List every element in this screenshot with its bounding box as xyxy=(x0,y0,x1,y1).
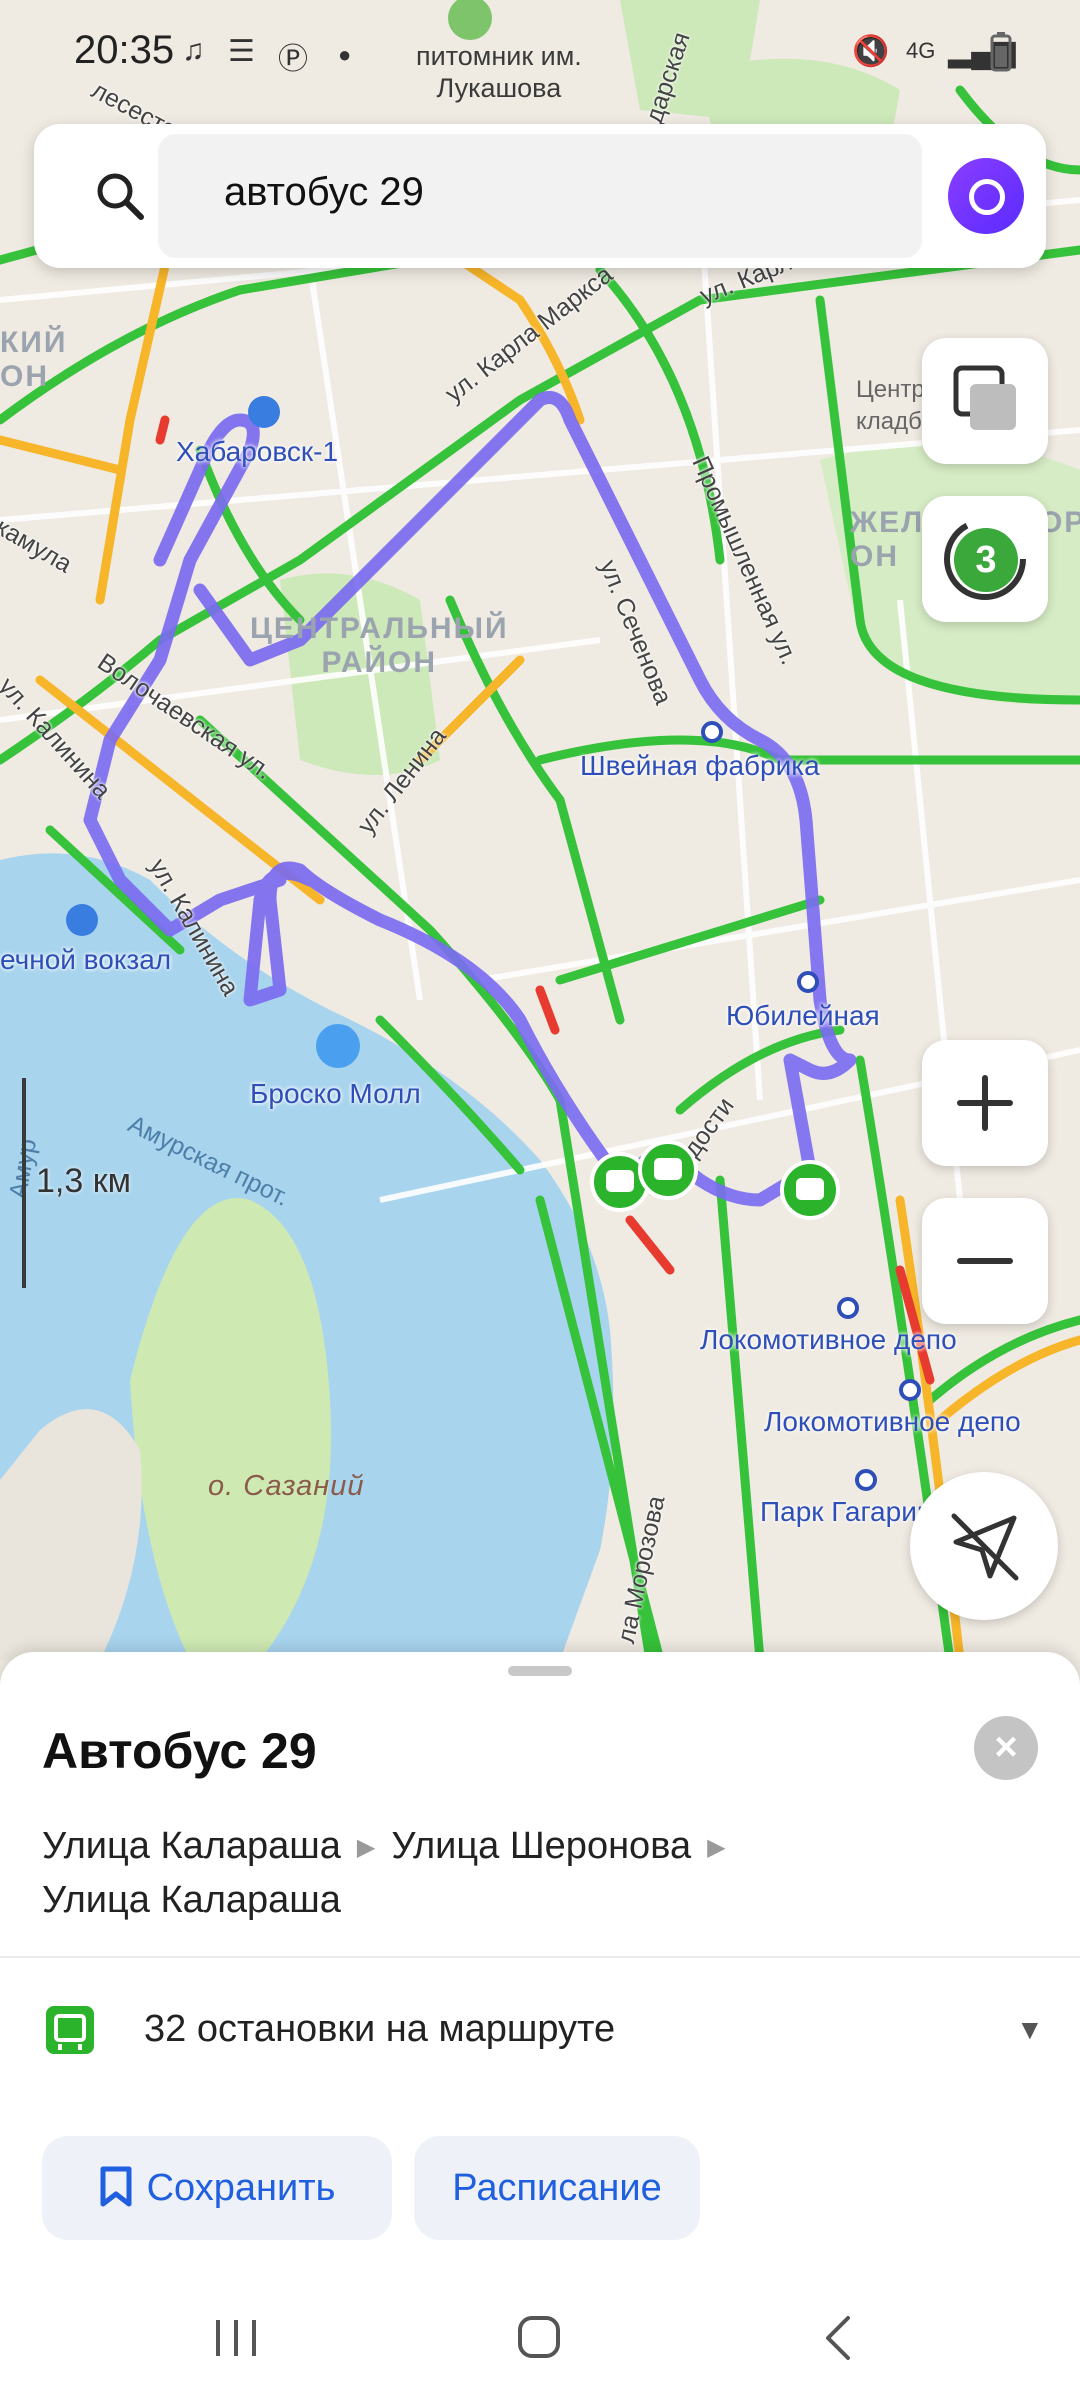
chevron-down-icon[interactable]: ▼ xyxy=(1016,2014,1044,2046)
search-input[interactable]: автобус 29 xyxy=(158,134,922,258)
grid-icon: ☰ xyxy=(228,35,255,68)
search-bar[interactable]: автобус 29 xyxy=(34,124,1046,268)
stop-label-depot1[interactable]: Локомотивное депо xyxy=(700,1324,957,1356)
alice-assistant-icon[interactable] xyxy=(948,158,1024,234)
route-stop-start: Улица Калараша xyxy=(42,1825,341,1867)
map-label-district-left: КИЙ ОН xyxy=(0,326,68,393)
dot-icon: ● xyxy=(338,42,352,67)
music-icon: ♫ xyxy=(182,34,205,67)
schedule-label: Расписание xyxy=(452,2167,662,2209)
stops-count: 32 остановки на маршруте xyxy=(144,2008,616,2050)
map-label-district-central: ЦЕНТРАЛЬНЫЙ РАЙОН xyxy=(250,612,509,679)
location-button[interactable] xyxy=(910,1472,1058,1620)
map-label-island: о. Сазаний xyxy=(208,1470,365,1502)
map-scale: 1,3 км xyxy=(18,1078,131,1288)
battery-icon xyxy=(990,32,1012,80)
zoom-in-button[interactable] xyxy=(922,1040,1048,1166)
scale-label: 1,3 км xyxy=(36,1162,131,1200)
save-label: Сохранить xyxy=(146,2167,336,2209)
stop-label-depot2[interactable]: Локомотивное депо xyxy=(764,1406,1021,1438)
4g-icon: 4G xyxy=(906,38,936,63)
stop-label-khabarovsk1[interactable]: Хабаровск-1 xyxy=(176,436,338,468)
traffic-level-badge: 3 xyxy=(954,528,1018,592)
search-icon[interactable] xyxy=(92,168,148,224)
route-stop-end: Улица Калараша xyxy=(42,1878,341,1921)
sheet-handle[interactable] xyxy=(508,1666,572,1676)
save-button[interactable]: Сохранить xyxy=(42,2136,392,2240)
minus-icon xyxy=(957,1258,1013,1264)
plus-icon xyxy=(957,1075,1013,1131)
route-path: Улица Калараша ▶ Улица Шеронова ▶ Улица Кал… xyxy=(42,1820,942,1926)
system-nav-bar xyxy=(0,2280,1080,2400)
arrow-right-icon: ▶ xyxy=(707,1833,726,1861)
status-time: 20:35 xyxy=(74,28,175,72)
layers-button[interactable] xyxy=(922,338,1048,464)
stop-label-brosko[interactable]: Броско Молл xyxy=(250,1078,421,1110)
bookmark-icon xyxy=(100,2166,132,2207)
traffic-button[interactable]: 3 xyxy=(922,496,1048,622)
pinterest-icon: Ⓟ xyxy=(278,43,308,76)
status-bar: 20:35 ♫ ☰ Ⓟ ● 🔇 4G ▂▄▆ xyxy=(0,0,1080,100)
layers-icon xyxy=(953,365,1016,430)
route-title: Автобус 29 xyxy=(42,1723,317,1779)
stop-label-jubilee[interactable]: Юбилейная xyxy=(726,1000,880,1032)
mute-icon: 🔇 xyxy=(852,35,890,68)
close-button[interactable]: × xyxy=(974,1716,1038,1780)
back-icon[interactable] xyxy=(800,2308,880,2368)
arrow-right-icon: ▶ xyxy=(356,1833,376,1861)
zoom-out-button[interactable] xyxy=(922,1198,1048,1324)
search-query: автобус 29 xyxy=(224,170,424,214)
location-off-icon xyxy=(951,1513,1019,1581)
stop-label-sewing-factory[interactable]: Швейная фабрика xyxy=(580,750,820,782)
home-icon[interactable] xyxy=(498,2308,578,2368)
recent-apps-icon[interactable] xyxy=(196,2308,276,2368)
stops-row[interactable]: 32 остановки на маршруте ▼ xyxy=(0,1958,1080,2102)
stop-label-river-station[interactable]: ечной вокзал xyxy=(0,944,171,976)
scale-bar xyxy=(22,1078,26,1288)
schedule-button[interactable]: Расписание xyxy=(414,2136,700,2240)
bus-stops-icon xyxy=(46,2006,94,2054)
route-stop-middle: Улица Шеронова xyxy=(391,1825,692,1867)
